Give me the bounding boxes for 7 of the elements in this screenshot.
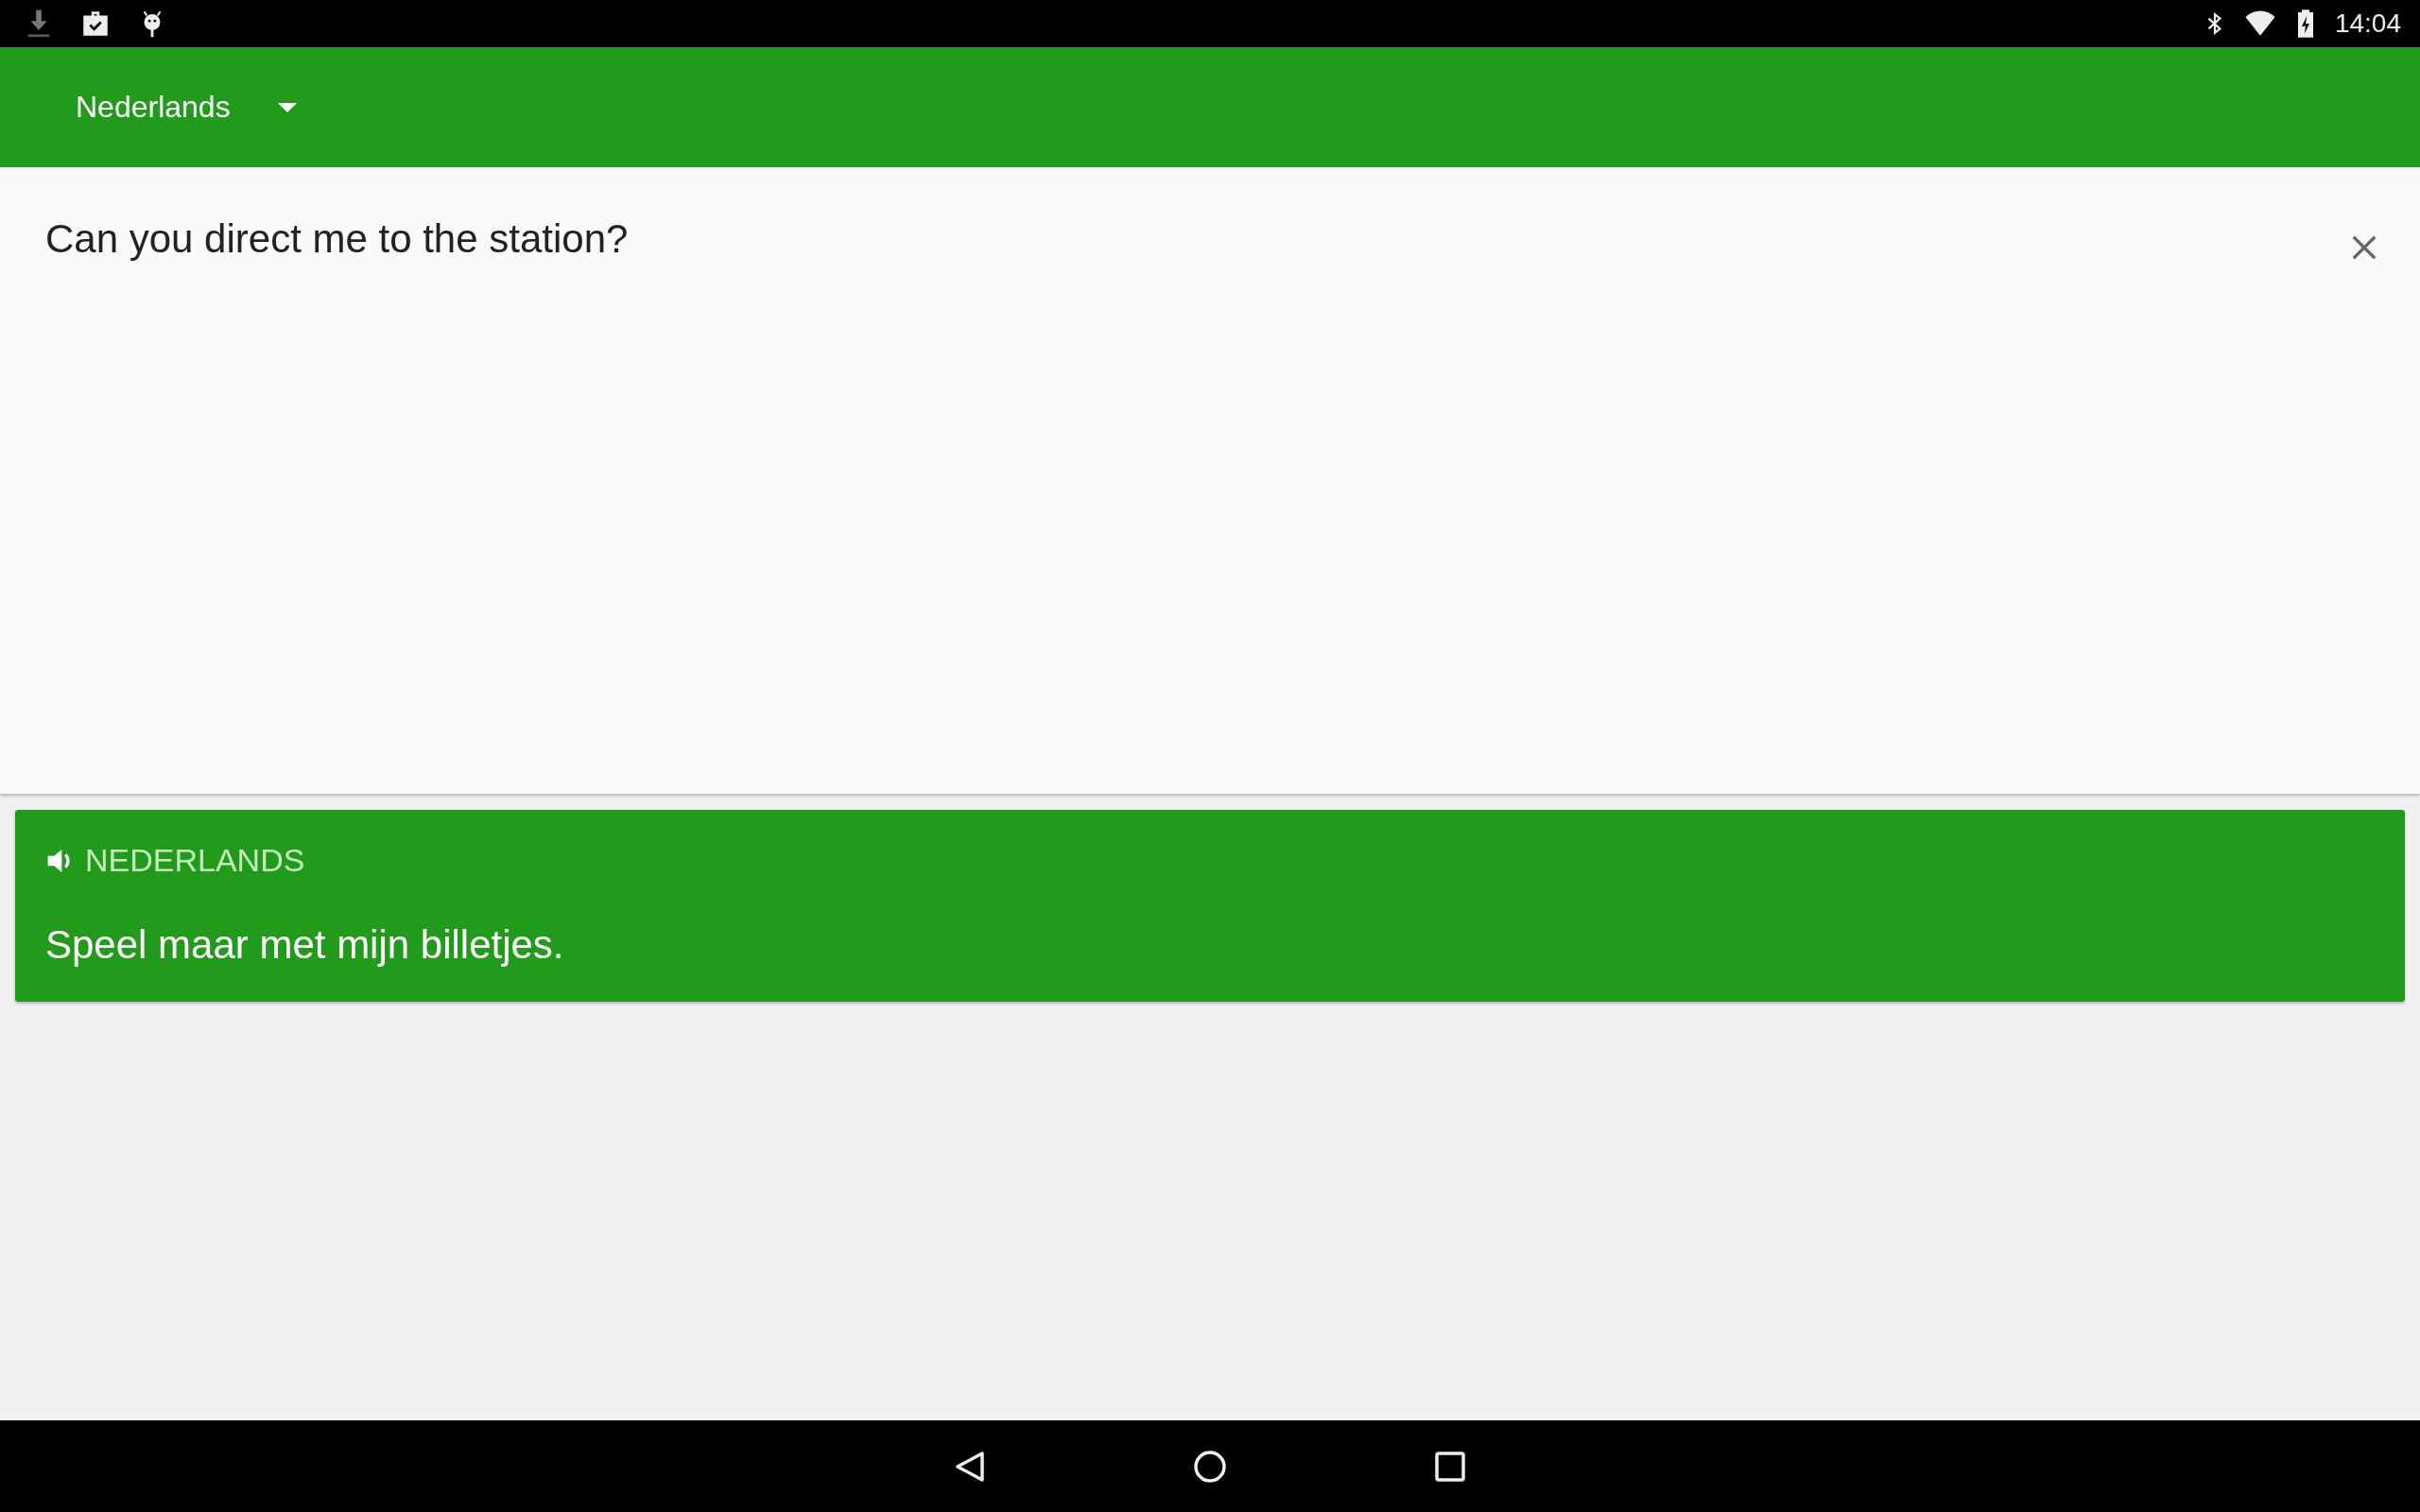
close-icon[interactable] <box>2350 233 2378 262</box>
language-dropdown[interactable]: Nederlands <box>57 80 316 134</box>
language-label: NEDERLANDS <box>85 842 305 879</box>
translation-text: Speel maar met mijn billetjes. <box>45 922 565 968</box>
caret-icon <box>277 102 297 112</box>
input-field[interactable]: Can you direct me to the station? <box>45 216 629 262</box>
clock: 14:04 <box>2334 9 2401 39</box>
